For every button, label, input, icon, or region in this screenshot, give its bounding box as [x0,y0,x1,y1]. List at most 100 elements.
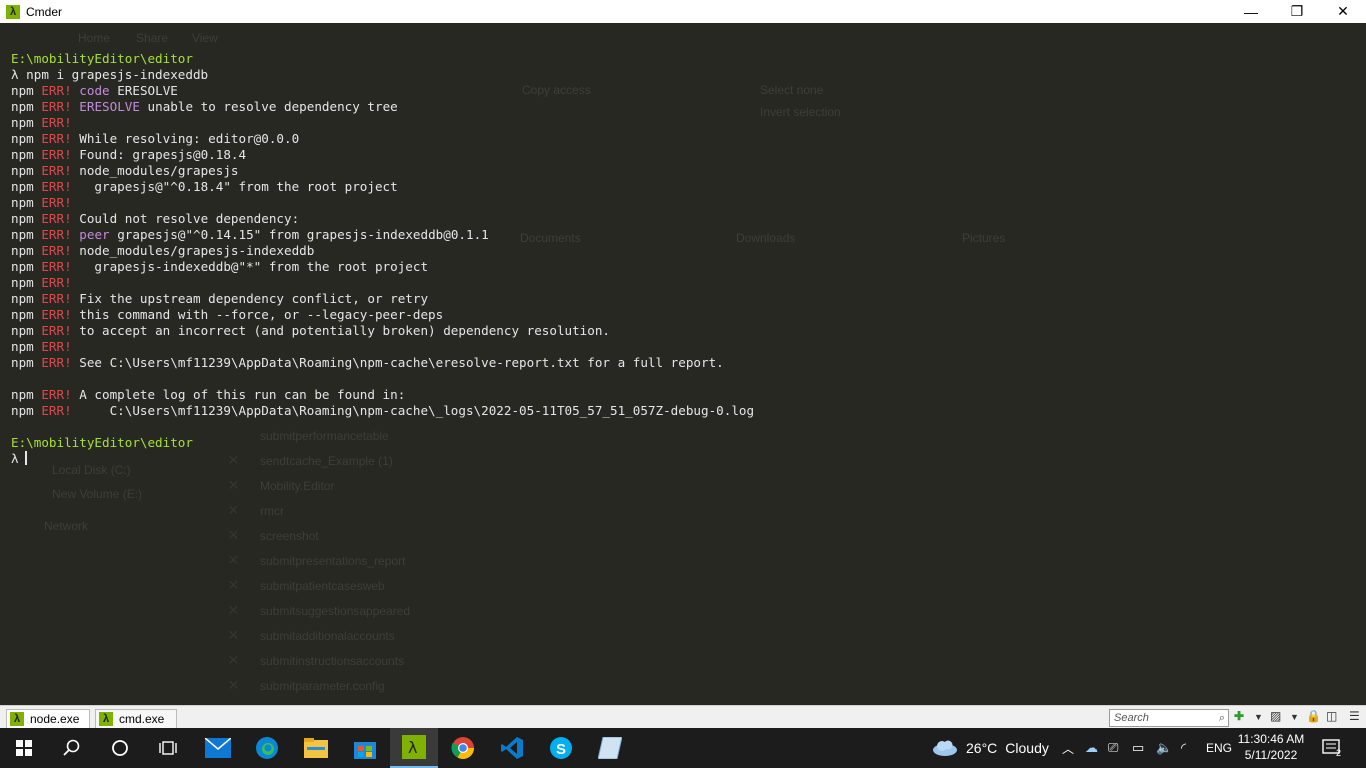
terminal-text: npm [11,339,42,354]
terminal-text: grapesjs-indexeddb@"*" from the root pro… [71,259,429,274]
terminal-line: E:\mobilityEditor\editor [11,51,754,67]
weather-widget[interactable]: 26°C Cloudy [932,728,1049,768]
console-tab-cmd[interactable]: λ cmd.exe [95,709,177,729]
search-icon[interactable] [48,728,96,768]
terminal-text: npm [11,99,42,114]
terminal-text: A complete log of this run can be found … [71,387,406,402]
svg-text:S: S [556,741,566,758]
mail-icon[interactable] [194,728,242,768]
ghost-file-icon: ✕ [228,599,239,620]
notification-count: 2 [1336,748,1342,758]
ghost-file-icon: ✕ [228,674,239,695]
console-tab-node[interactable]: λ node.exe [6,709,90,729]
terminal-text: peer [79,227,110,242]
windows-start-icon[interactable] [0,728,48,768]
store-icon[interactable] [341,728,389,768]
terminal-text: npm [11,211,42,226]
terminal-line: npm ERR! A complete log of this run can … [11,387,754,403]
task-view-icon[interactable] [144,728,192,768]
cortana-icon[interactable] [96,728,144,768]
notifications-icon[interactable]: 2 [1322,728,1341,768]
error-tag: ERR! [41,323,72,338]
terminal-text: to accept an incorrect (and potentially … [71,323,611,338]
window-title: Cmder [26,4,63,19]
language-indicator[interactable]: ENG [1206,728,1232,768]
cmder-icon[interactable]: λ [390,728,438,768]
error-tag: ERR! [41,195,72,210]
ghost-label: submitadditionalaccounts [260,629,395,643]
cloud-icon [933,740,957,756]
error-tag: ERR! [41,259,72,274]
dropdown-icon[interactable]: ▼ [1290,712,1299,722]
ghost-label: Mobility.Editor [260,479,335,493]
error-tag: ERR! [41,99,72,114]
wifi-icon[interactable]: ◜ [1181,728,1186,768]
terminal-text: npm [11,195,42,210]
plus-icon[interactable]: ✚ [1234,709,1244,723]
error-tag: ERR! [41,291,72,306]
clock[interactable]: 11:30:46 AM 5/11/2022 [1236,731,1306,763]
lock-icon[interactable]: 🔒 [1306,709,1321,723]
terminal-text: See C:\Users\mf11239\AppData\Roaming\npm… [71,355,724,370]
search-placeholder: Search [1114,712,1149,724]
vscode-icon[interactable] [488,728,536,768]
panel-icon[interactable]: ◫ [1326,709,1337,723]
maximize-button[interactable]: ❐ [1274,0,1320,23]
onedrive-icon[interactable]: ☁ [1085,728,1098,768]
terminal-text: λ [11,451,19,466]
terminal-text: npm [11,355,42,370]
network-icon[interactable]: ⎚ [1108,728,1118,768]
error-tag: ERR! [41,83,72,98]
chrome-icon[interactable] [439,728,487,768]
search-input[interactable]: Search ⌕ [1109,709,1229,727]
error-tag: ERR! [41,147,72,162]
search-icon[interactable]: ⌕ [1216,712,1228,725]
windows-taskbar: λ S 26°C Cloudy ︿ ☁ ⎚ ▭ 🔈 ◜ ENG 11:30:46… [0,728,1366,768]
terminal-text: npm [11,323,42,338]
file-explorer-icon[interactable] [292,728,340,768]
menu-icon[interactable]: ☰ [1349,709,1360,723]
terminal-line: E:\mobilityEditor\editor [11,435,754,451]
ghost-label: screenshot [260,529,319,543]
terminal-text: Found: grapesjs@0.18.4 [71,147,247,162]
terminal-line: npm ERR! ERESOLVE unable to resolve depe… [11,99,754,115]
unknown-app-icon[interactable] [586,728,634,768]
terminal-text: npm [11,147,42,162]
ghost-label: submitinstructionsaccounts [260,654,405,668]
error-tag: ERR! [41,403,72,418]
ghost-file-icon: ✕ [228,549,239,570]
close-button[interactable]: ✕ [1320,0,1366,23]
terminal-text: ERESOLVE [109,83,178,98]
edge-icon[interactable] [243,728,291,768]
ghost-file-icon: ✕ [228,624,239,645]
terminal-output: E:\mobilityEditor\editor λ npm i grapesjs… [11,51,754,467]
terminal-text: npm [11,115,42,130]
terminal-line: npm ERR! Found: grapesjs@0.18.4 [11,147,754,163]
chevron-up-icon[interactable]: ︿ [1062,728,1074,768]
terminal-console[interactable]: Home Share View Copy access Select none Inver… [0,23,1366,705]
terminal-line: npm ERR! node_modules/grapesjs [11,163,754,179]
battery-icon[interactable]: ▭ [1132,728,1144,768]
terminal-text: npm [11,227,42,242]
error-tag: ERR! [41,307,72,322]
text-cursor [24,451,27,465]
terminal-text: npm [11,275,42,290]
prompt-path: E:\mobilityEditor\editor [11,435,193,450]
terminal-text: grapesjs@"^0.18.4" from the root project [71,179,398,194]
minimize-button[interactable]: — [1228,0,1274,23]
dropdown-icon[interactable]: ▼ [1254,712,1263,722]
terminal-line: npm ERR! Fix the upstream dependency con… [11,291,754,307]
weather-temp: 26°C [966,740,998,756]
ghost-label: Home [78,31,111,45]
ghost-label: New Volume (E:) [52,487,143,501]
volume-icon[interactable]: 🔈 [1156,728,1172,768]
skype-icon[interactable]: S [537,728,585,768]
ghost-label: submitparameter.config [260,679,385,693]
terminal-text: this command with --force, or --legacy-p… [71,307,444,322]
prompt-path: E:\mobilityEditor\editor [11,51,193,66]
terminal-text: ERESOLVE [79,99,140,114]
error-tag: ERR! [41,355,72,370]
chart-icon[interactable]: ▨ [1270,709,1281,723]
ghost-label: Invert selection [760,105,841,119]
ghost-label: Network [44,519,89,533]
